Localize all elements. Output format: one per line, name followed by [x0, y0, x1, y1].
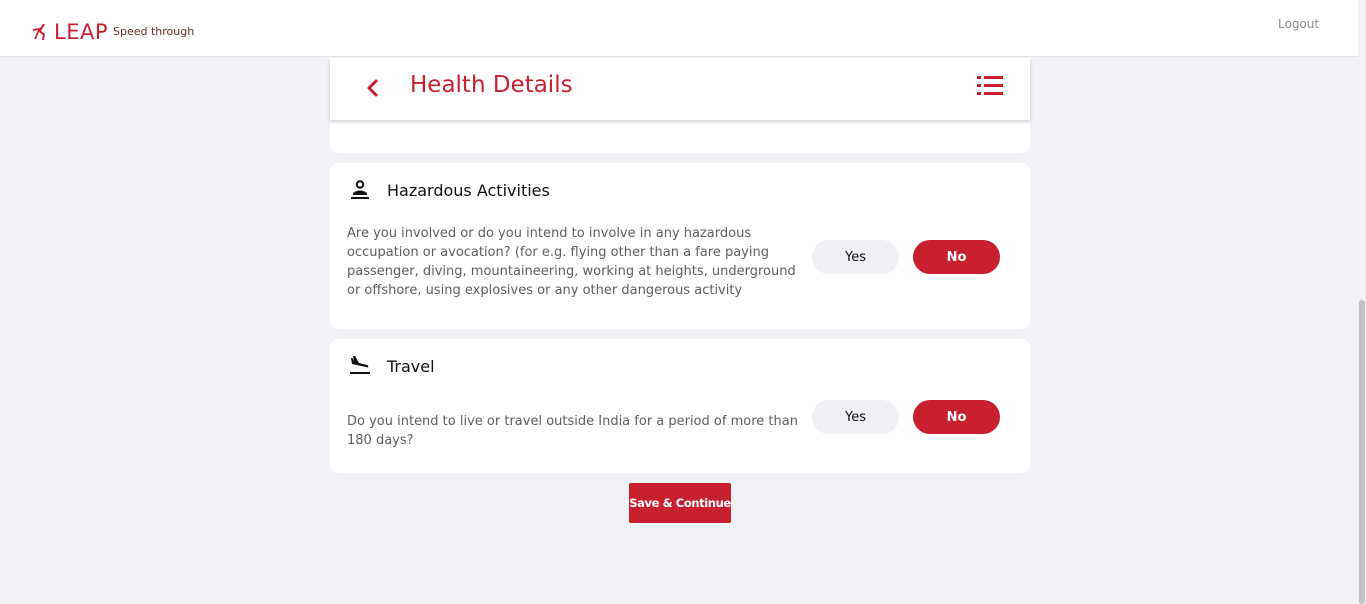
travel-yes-button[interactable]: Yes	[812, 400, 899, 434]
hazardous-question: Are you involved or do you intend to inv…	[347, 226, 796, 298]
runner-logo-icon	[33, 24, 45, 40]
leap-logo[interactable]: LEAP	[32, 20, 108, 44]
airplane-landing-icon	[350, 356, 370, 374]
person-activity-icon	[351, 180, 369, 199]
travel-question: Do you intend to live or travel outside …	[347, 414, 798, 448]
hazardous-no-button[interactable]: No	[913, 240, 1000, 274]
hazardous-yes-button[interactable]: Yes	[812, 240, 899, 274]
hazardous-activities-title: Hazardous Activities	[387, 181, 550, 200]
tagline: Speed through	[113, 25, 195, 38]
travel-title: Travel	[387, 357, 435, 376]
top-app-bar: LEAP Speed through Logout	[0, 0, 1358, 57]
list-menu-icon[interactable]	[975, 73, 1005, 99]
logout-link[interactable]: Logout	[1278, 17, 1319, 31]
page-title: Health Details	[410, 72, 573, 98]
logo-text: LEAP	[54, 20, 108, 44]
hazardous-activities-card: Hazardous Activities Are you involved or…	[330, 163, 1030, 329]
travel-card: Travel Do you intend to live or travel o…	[330, 339, 1030, 473]
save-continue-button[interactable]: Save & Continue	[629, 483, 731, 523]
chevron-left-icon[interactable]	[360, 73, 386, 103]
scrollbar-thumb[interactable]	[1359, 300, 1365, 604]
travel-no-button[interactable]: No	[913, 400, 1000, 434]
